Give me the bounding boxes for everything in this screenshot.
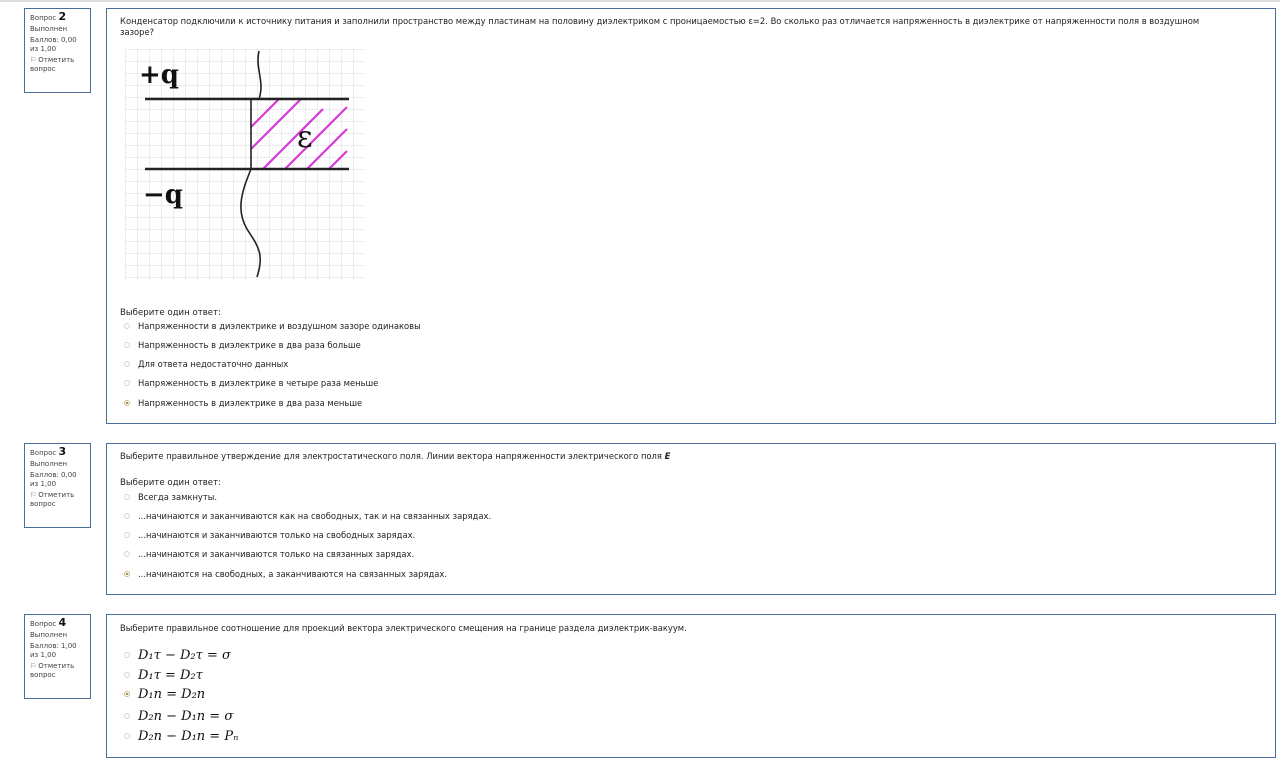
radio-button[interactable] [124,713,130,719]
epsilon-label: ε [297,120,313,155]
answer-option[interactable]: Напряженность в диэлектрике в четыре раз… [124,377,378,389]
question-status: Выполнен [30,460,68,468]
answer-prompt: Выберите один ответ: [120,308,221,318]
answer-option[interactable]: Напряженность в диэлектрике в два раза б… [124,339,361,351]
flag-label-2: вопрос [30,65,56,73]
flag-label: Отметить [38,56,75,64]
question-number-value: 4 [58,616,67,629]
question-text: Выберите правильное соотношение для прое… [120,623,687,633]
question-info-4: Вопрос 4 Выполнен Баллов: 1,00 из 1,00 ⚐… [24,614,91,699]
score-value: Баллов: 1,00 [30,642,77,650]
answer-option[interactable]: ...начинаются на свободных, а заканчиваю… [124,568,447,580]
question-status: Выполнен [30,25,68,33]
question-score: Баллов: 0,00 из 1,00 [30,471,86,489]
question-label: Вопрос [30,620,57,628]
question-status: Выполнен [30,631,68,639]
question-card-3: Выберите правильное утверждение для элек… [106,443,1276,595]
answer-label: ...начинаются и заканчиваются только на … [138,530,416,540]
flag-label: Отметить [38,662,75,670]
answer-option[interactable]: ...начинаются и заканчиваются только на … [124,529,415,541]
question-text-line1: Конденсатор подключили к источнику питан… [120,16,1200,26]
score-max: из 1,00 [30,651,57,659]
radio-button[interactable] [124,733,130,739]
radio-button[interactable] [124,323,130,329]
flag-question-link[interactable]: ⚐ Отметить вопрос [30,491,86,509]
answer-option[interactable]: D₂n − D₁n = Pₙ [124,728,238,744]
question-card-2: Конденсатор подключили к источнику питан… [106,8,1276,424]
radio-button[interactable] [124,342,130,348]
answer-option[interactable]: Напряженности в диэлектрике и воздушном … [124,320,421,332]
question-number-value: 3 [58,445,67,458]
answer-option[interactable]: ...начинаются и заканчиваются как на сво… [124,510,491,522]
radio-button-selected[interactable] [124,691,130,697]
score-max: из 1,00 [30,480,57,488]
question-score: Баллов: 1,00 из 1,00 [30,642,86,660]
plus-q-label: +q [139,60,179,90]
top-divider [0,0,1280,2]
radio-button[interactable] [124,532,130,538]
question-info-3: Вопрос 3 Выполнен Баллов: 0,00 из 1,00 ⚐… [24,443,91,528]
radio-button[interactable] [124,380,130,386]
answer-label: Напряженность в диэлектрике в четыре раз… [138,378,379,388]
answer-option[interactable]: Напряженность в диэлектрике в два раза м… [124,397,362,409]
flag-question-link[interactable]: ⚐ Отметить вопрос [30,56,86,74]
vector-e-symbol: E [664,451,671,461]
question-number: Вопрос 2 [30,10,86,23]
question-score: Баллов: 0,00 из 1,00 [30,36,86,54]
answer-label: Напряженности в диэлектрике и воздушном … [138,321,421,331]
flag-label-2: вопрос [30,500,56,508]
score-max: из 1,00 [30,45,57,53]
flag-question-link[interactable]: ⚐ Отметить вопрос [30,662,86,680]
radio-button[interactable] [124,494,130,500]
radio-button-selected[interactable] [124,400,130,406]
answer-label: Всегда замкнуты. [138,492,218,502]
answer-label: Напряженность в диэлектрике в два раза м… [138,398,363,408]
question-number: Вопрос 3 [30,445,86,458]
score-value: Баллов: 0,00 [30,36,77,44]
answer-formula: D₁τ = D₂τ [138,667,203,683]
answer-label: Для ответа недостаточно данных [138,359,289,369]
answer-prompt: Выберите один ответ: [120,478,221,488]
question-text: Конденсатор подключили к источнику питан… [120,16,1265,38]
answer-formula: D₁n = D₂n [138,686,206,702]
answer-option[interactable]: Всегда замкнуты. [124,491,217,503]
flag-label-2: вопрос [30,671,56,679]
answer-option[interactable]: D₁τ − D₂τ = σ [124,647,231,663]
question-text-line2: зазоре? [120,27,155,37]
answer-label: ...начинаются и заканчиваются как на сво… [138,511,492,521]
answer-option[interactable]: D₂n − D₁n = σ [124,708,233,724]
radio-button[interactable] [124,652,130,658]
capacitor-diagram: +q −q ε [125,49,365,281]
radio-button[interactable] [124,361,130,367]
question-text-body: Выберите правильное утверждение для элек… [120,451,662,461]
minus-q-label: −q [143,180,183,210]
flag-icon: ⚐ [30,491,37,499]
radio-button-selected[interactable] [124,571,130,577]
answer-label: ...начинаются на свободных, а заканчиваю… [138,569,448,579]
answer-formula: D₂n − D₁n = σ [138,708,234,724]
answer-formula: D₁τ − D₂τ = σ [138,647,231,663]
question-number-value: 2 [58,10,67,23]
question-label: Вопрос [30,14,57,22]
question-label: Вопрос [30,449,57,457]
question-text: Выберите правильное утверждение для элек… [120,451,1265,462]
radio-button[interactable] [124,672,130,678]
flag-icon: ⚐ [30,662,37,670]
answer-label: Напряженность в диэлектрике в два раза б… [138,340,361,350]
score-value: Баллов: 0,00 [30,471,77,479]
answer-option[interactable]: ...начинаются и заканчиваются только на … [124,548,414,560]
question-info-2: Вопрос 2 Выполнен Баллов: 0,00 из 1,00 ⚐… [24,8,91,93]
radio-button[interactable] [124,551,130,557]
answer-option[interactable]: D₁n = D₂n [124,686,205,702]
flag-label: Отметить [38,491,75,499]
answer-formula: D₂n − D₁n = Pₙ [138,728,239,744]
question-number: Вопрос 4 [30,616,86,629]
flag-icon: ⚐ [30,56,37,64]
answer-option[interactable]: D₁τ = D₂τ [124,667,203,683]
answer-option[interactable]: Для ответа недостаточно данных [124,358,288,370]
capacitor-figure: +q −q ε [125,49,365,285]
question-card-4: Выберите правильное соотношение для прое… [106,614,1276,758]
answer-label: ...начинаются и заканчиваются только на … [138,549,415,559]
radio-button[interactable] [124,513,130,519]
